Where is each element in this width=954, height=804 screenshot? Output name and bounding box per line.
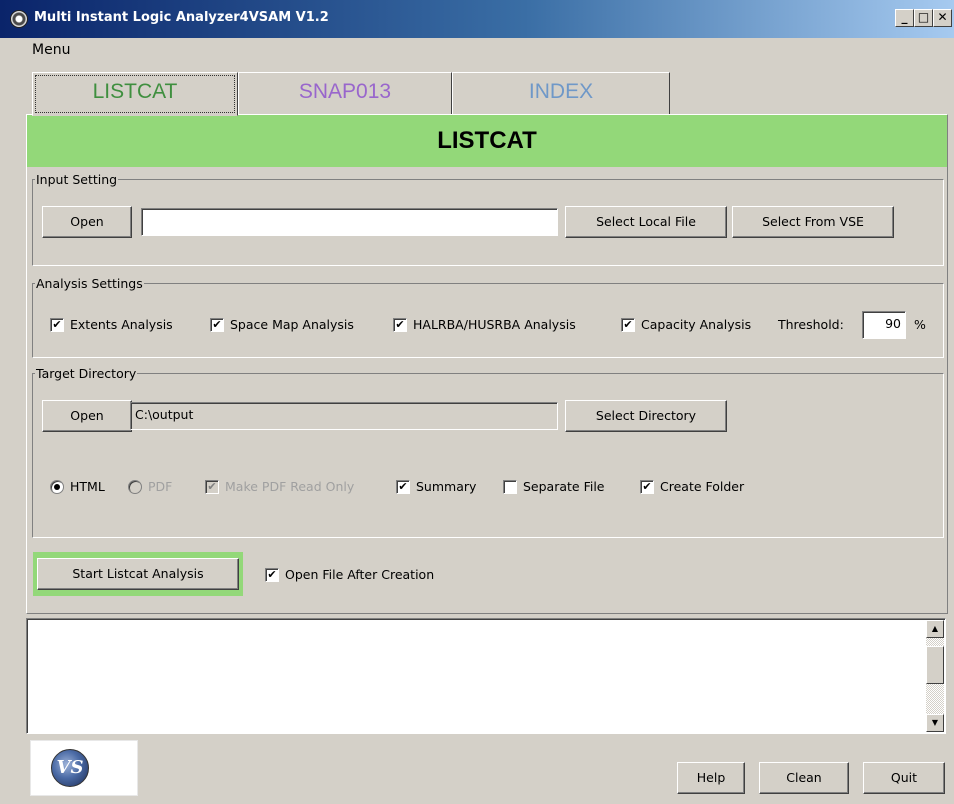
input-setting-legend: Input Setting [36, 172, 118, 187]
halrba-checkbox[interactable]: ✔ [393, 318, 407, 332]
separate-file-label: Separate File [523, 479, 605, 494]
panel-title: LISTCAT [437, 127, 537, 154]
threshold-input[interactable]: 90 [862, 311, 906, 339]
html-radio[interactable] [50, 480, 64, 494]
tab-index[interactable]: INDEX [452, 72, 670, 116]
help-button[interactable]: Help [677, 762, 745, 794]
maximize-button[interactable]: □ [914, 9, 933, 27]
select-local-file-button[interactable]: Select Local File [565, 206, 727, 238]
extents-label: Extents Analysis [70, 317, 173, 332]
target-directory-legend: Target Directory [36, 366, 137, 381]
pdf-radio[interactable] [128, 480, 142, 494]
tab-listcat[interactable]: LISTCAT [32, 72, 238, 116]
extents-checkbox[interactable]: ✔ [50, 318, 64, 332]
capacity-checkbox[interactable]: ✔ [621, 318, 635, 332]
quit-button[interactable]: Quit [863, 762, 945, 794]
clean-button[interactable]: Clean [759, 762, 849, 794]
target-directory-group: Target Directory [32, 366, 944, 538]
log-scrollbar[interactable]: ▲ ▼ [926, 620, 944, 732]
summary-label: Summary [416, 479, 477, 494]
log-output[interactable] [26, 618, 946, 734]
input-open-button[interactable]: Open [42, 206, 132, 238]
target-path-field[interactable]: C:\output [130, 402, 558, 430]
threshold-label: Threshold: [778, 317, 844, 332]
minimize-button[interactable]: _ [895, 9, 914, 27]
analysis-settings-legend: Analysis Settings [36, 276, 143, 291]
separate-file-checkbox[interactable] [503, 480, 517, 494]
start-listcat-analysis-button[interactable]: Start Listcat Analysis [37, 558, 239, 590]
scroll-thumb[interactable] [926, 646, 944, 684]
open-after-label: Open File After Creation [285, 567, 435, 582]
target-open-button[interactable]: Open [42, 400, 132, 432]
window-title: Multi Instant Logic Analyzer4VSAM V1.2 [34, 10, 329, 25]
input-path-field[interactable] [141, 208, 558, 236]
app-icon[interactable] [10, 10, 28, 28]
logo-emblem: VS [51, 749, 89, 787]
html-label: HTML [70, 479, 105, 494]
summary-checkbox[interactable]: ✔ [396, 480, 410, 494]
tab-snap013[interactable]: SNAP013 [238, 72, 452, 116]
company-logo: VS [30, 740, 138, 796]
pdf-readonly-checkbox[interactable]: ✔ [205, 480, 219, 494]
space-map-label: Space Map Analysis [230, 317, 354, 332]
select-directory-button[interactable]: Select Directory [565, 400, 727, 432]
select-from-vse-button[interactable]: Select From VSE [732, 206, 894, 238]
space-map-checkbox[interactable]: ✔ [210, 318, 224, 332]
close-button[interactable]: ✕ [933, 9, 952, 27]
pdf-readonly-label: Make PDF Read Only [225, 479, 355, 494]
pdf-label: PDF [148, 479, 173, 494]
scroll-down-button[interactable]: ▼ [926, 714, 944, 732]
open-after-checkbox[interactable]: ✔ [265, 568, 279, 582]
scroll-up-button[interactable]: ▲ [926, 620, 944, 638]
menu[interactable]: Menu [32, 42, 70, 58]
threshold-unit: % [914, 317, 926, 332]
create-folder-checkbox[interactable]: ✔ [640, 480, 654, 494]
capacity-label: Capacity Analysis [641, 317, 752, 332]
create-folder-label: Create Folder [660, 479, 745, 494]
halrba-label: HALRBA/HUSRBA Analysis [413, 317, 576, 332]
